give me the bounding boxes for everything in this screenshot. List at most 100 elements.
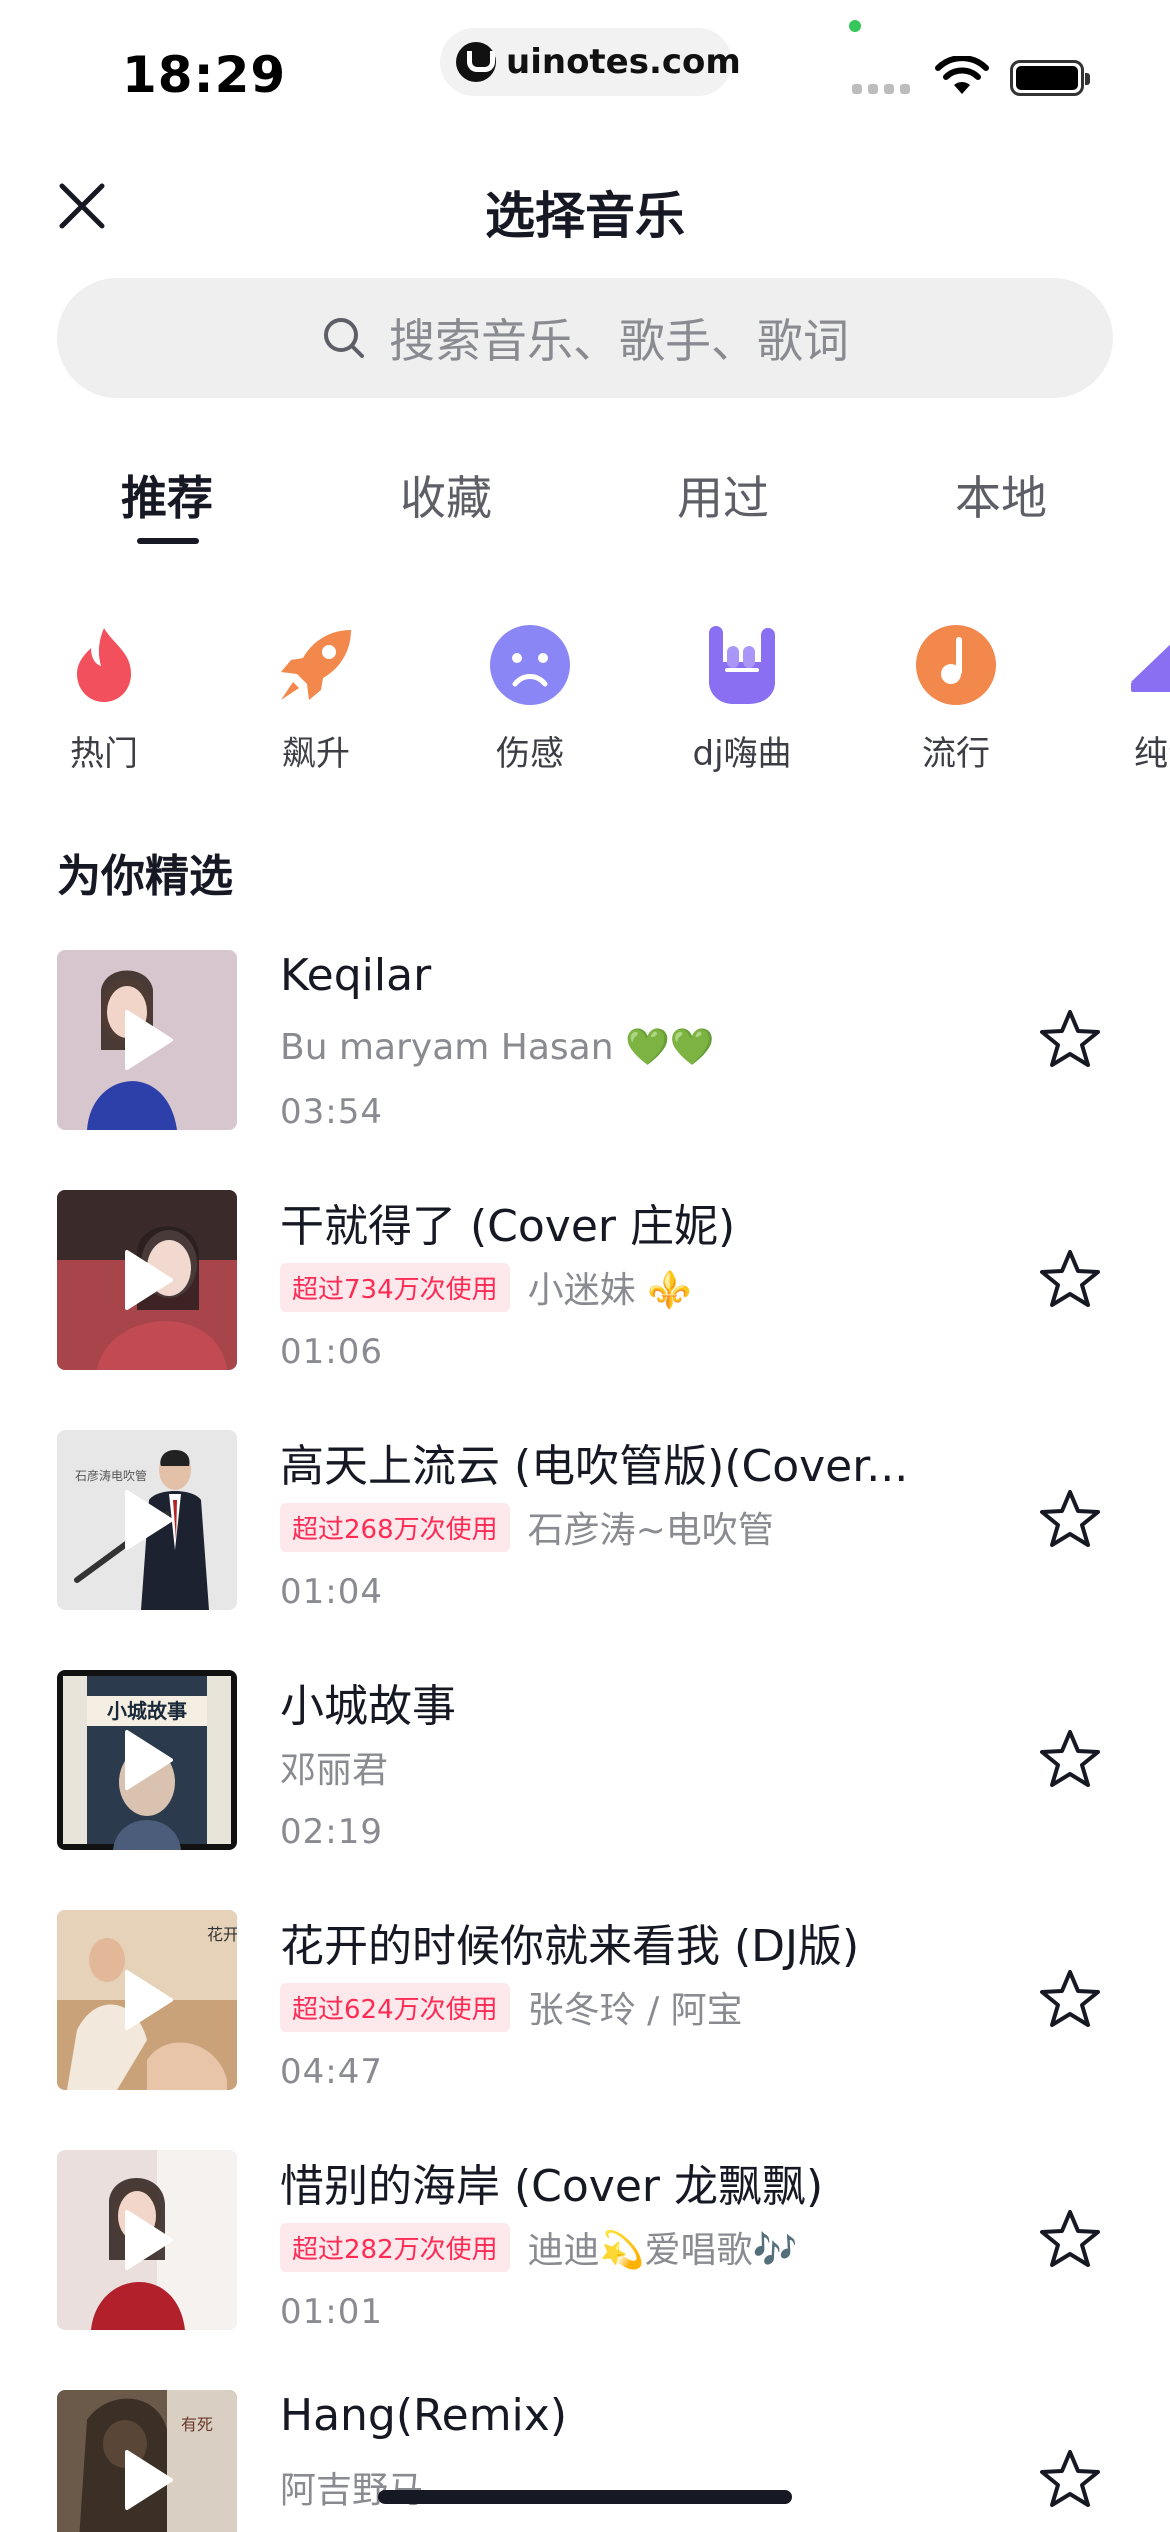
url-text: uinotes.com [506,42,741,82]
tab-used[interactable]: 用过 [623,462,823,528]
home-indicator[interactable] [378,2490,792,2504]
song-artist: 阿吉野马 [280,2470,425,2511]
wifi-icon [935,56,989,94]
song-meta: 超过282万次使用 迪迪💫爱唱歌🎶 [280,2220,797,2274]
rock-hand-icon [709,626,775,704]
privacy-indicator-icon [849,20,861,32]
song-cover[interactable] [57,1190,237,1370]
song-item[interactable]: Keqilar Bu maryam Hasan 💚💚 03:54 [0,950,1170,1150]
svg-text:石彦涛电吹管: 石彦涛电吹管 [75,1468,147,1483]
search-placeholder: 搜索音乐、歌手、歌词 [389,314,849,368]
song-title: Keqilar [280,950,432,1001]
song-duration: 01:04 [280,1572,383,1612]
tab-recommended[interactable]: 推荐 [67,462,267,528]
tab-favorites[interactable]: 收藏 [346,462,546,528]
flame-icon [77,628,131,702]
song-artist: 邓丽君 [280,1750,389,1791]
song-title: 高天上流云 (电吹管版)(Cover... [280,1441,909,1492]
favorite-star-icon[interactable] [1036,1006,1104,1074]
song-artist: 张冬玲 / 阿宝 [527,1990,743,2031]
category-sad[interactable]: 伤感 [440,622,620,775]
category-pure[interactable]: 纯音 [1078,622,1170,775]
play-icon[interactable] [123,2208,175,2272]
piano-icon [1131,644,1170,692]
tab-local[interactable]: 本地 [901,462,1101,528]
play-icon[interactable] [123,1968,175,2032]
song-duration: 03:54 [280,1092,383,1132]
rocket-icon [281,630,351,700]
song-artist: 石彦涛~电吹管 [527,1510,774,1551]
play-icon[interactable] [123,1488,175,1552]
favorite-star-icon[interactable] [1036,2206,1104,2274]
vinyl-note-icon [916,625,996,705]
song-duration: 01:01 [280,2292,383,2332]
site-logo-icon [456,42,496,82]
usage-count-badge: 超过268万次使用 [280,1502,510,1552]
search-icon [324,318,364,358]
song-meta: 邓丽君 [280,1740,388,1794]
search-input[interactable]: 搜索音乐、歌手、歌词 [57,278,1113,398]
song-meta: 超过734万次使用 小迷妹 ⚜️ [280,1260,692,1314]
category-label: 飙升 [282,734,350,774]
song-item[interactable]: 干就得了 (Cover 庄妮) 超过734万次使用 小迷妹 ⚜️ 01:06 [0,1190,1170,1390]
svg-text:花开: 花开 [207,1925,237,1944]
song-cover[interactable]: 小城故事 [57,1670,237,1850]
song-item[interactable]: 小城故事 小城故事 邓丽君 02:19 [0,1670,1170,1870]
song-cover[interactable]: 有死 [57,2390,237,2532]
song-duration: 02:19 [280,1812,383,1852]
song-item[interactable]: 有死 Hang(Remix) 阿吉野马 [0,2390,1170,2532]
favorite-star-icon[interactable] [1036,1726,1104,1794]
favorite-star-icon[interactable] [1036,1246,1104,1314]
play-icon[interactable] [123,2448,175,2512]
song-item[interactable]: 惜别的海岸 (Cover 龙飘飘) 超过282万次使用 迪迪💫爱唱歌🎶 01:0… [0,2150,1170,2350]
play-icon[interactable] [123,1248,175,1312]
page-title: 选择音乐 [485,187,685,245]
category-rising[interactable]: 飙升 [226,622,406,775]
song-cover[interactable]: 石彦涛电吹管 [57,1430,237,1610]
song-duration: 01:06 [280,1332,383,1372]
category-hot[interactable]: 热门 [14,622,194,775]
song-cover[interactable]: 花开 [57,1910,237,2090]
category-label: dj嗨曲 [692,734,792,774]
song-item[interactable]: 石彦涛电吹管 高天上流云 (电吹管版)(Cover... 超过268万次使用 石… [0,1430,1170,1630]
song-meta: 阿吉野马 [280,2460,424,2514]
status-time: 18:29 [122,46,287,104]
category-label: 伤感 [496,734,564,774]
song-meta: Bu maryam Hasan 💚💚 [280,1020,715,1074]
battery-icon [1010,60,1090,96]
song-title: 小城故事 [280,1681,456,1732]
favorite-star-icon[interactable] [1036,2446,1104,2514]
favorite-star-icon[interactable] [1036,1486,1104,1554]
song-title: 干就得了 (Cover 庄妮) [280,1201,736,1252]
category-pop[interactable]: 流行 [866,622,1046,775]
category-dj[interactable]: dj嗨曲 [652,622,832,775]
favorite-star-icon[interactable] [1036,1966,1104,2034]
usage-count-badge: 超过734万次使用 [280,1262,510,1312]
song-artist: 迪迪💫爱唱歌🎶 [527,2230,798,2271]
category-label: 热门 [70,734,138,774]
sad-face-icon [490,625,570,705]
song-cover[interactable] [57,2150,237,2330]
svg-text:小城故事: 小城故事 [107,1699,187,1723]
song-cover[interactable] [57,950,237,1130]
active-tab-indicator [137,538,199,544]
play-icon[interactable] [123,1728,175,1792]
song-meta: 超过624万次使用 张冬玲 / 阿宝 [280,1980,743,2034]
category-label: 纯音 [1134,734,1170,774]
svg-text:有死: 有死 [181,2415,213,2434]
usage-count-badge: 超过624万次使用 [280,1982,510,2032]
play-icon[interactable] [123,1008,175,1072]
category-row: 热门 飙升 伤感 dj嗨曲 流行 纯 [0,622,1170,782]
tab-bar: 推荐 收藏 用过 本地 [0,462,1170,562]
song-title: Hang(Remix) [280,2390,567,2441]
song-title: 花开的时候你就来看我 (DJ版) [280,1921,860,1972]
song-title: 惜别的海岸 (Cover 龙飘飘) [280,2161,824,2212]
section-title: 为你精选 [57,851,233,902]
cellular-signal-icon [852,84,910,94]
song-item[interactable]: 花开 花开的时候你就来看我 (DJ版) 超过624万次使用 张冬玲 / 阿宝 0… [0,1910,1170,2110]
usage-count-badge: 超过282万次使用 [280,2222,510,2272]
song-meta: 超过268万次使用 石彦涛~电吹管 [280,1500,774,1554]
category-label: 流行 [922,734,990,774]
song-duration: 04:47 [280,2052,383,2092]
url-pill: uinotes.com [440,28,741,96]
